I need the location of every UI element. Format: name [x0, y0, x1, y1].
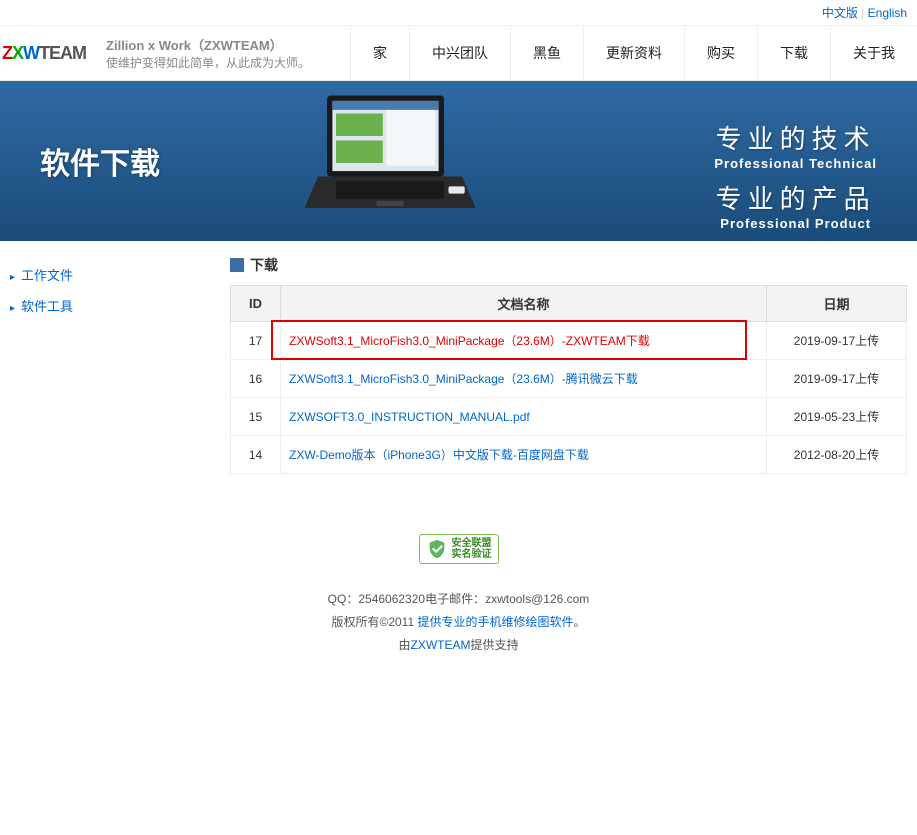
slogan-2-en: Professional Product: [714, 216, 877, 231]
sidebar-item-workfiles[interactable]: 工作文件: [10, 259, 220, 290]
logo[interactable]: ZXWTEAM: [0, 43, 94, 64]
footer: 安全联盟 实名验证 QQ：2546062320电子邮件：zxwtools@126…: [0, 504, 917, 673]
lang-en-link[interactable]: English: [868, 6, 907, 20]
table-row: 15 ZXWSOFT3.0_INSTRUCTION_MANUAL.pdf 2019-…: [231, 398, 907, 436]
lang-sep: |: [858, 6, 868, 20]
nav-about[interactable]: 关于我: [830, 26, 917, 80]
section-title-text: 下载: [250, 255, 278, 275]
cell-id: 14: [231, 436, 281, 474]
th-date: 日期: [767, 286, 907, 322]
footer-service-link[interactable]: 提供专业的手机维修绘图软件: [417, 615, 573, 629]
download-link[interactable]: ZXWSOFT3.0_INSTRUCTION_MANUAL.pdf: [289, 410, 530, 424]
content: 下载 ID 文档名称 日期 17 ZXWSoft3.1_MicroFish3.0_…: [220, 241, 917, 504]
cell-id: 15: [231, 398, 281, 436]
cell-date: 2019-09-17上传: [767, 360, 907, 398]
laptop-illustration: [300, 91, 480, 220]
badge-text-2: 实名验证: [452, 549, 492, 560]
cell-date: 2012-08-20上传: [767, 436, 907, 474]
main-nav: 家 中兴团队 黑鱼 更新资料 购买 下载 关于我: [350, 26, 917, 80]
footer-contact: QQ：2546062320电子邮件：zxwtools@126.com: [0, 590, 917, 607]
nav-team[interactable]: 中兴团队: [409, 26, 510, 80]
cell-date: 2019-09-17上传: [767, 322, 907, 360]
footer-copyright: 版权所有©2011 提供专业的手机维修绘图软件。: [0, 613, 917, 630]
cell-name: ZXWSOFT3.0_INSTRUCTION_MANUAL.pdf: [281, 398, 767, 436]
section-square-icon: [230, 258, 244, 272]
lang-cn-link[interactable]: 中文版: [822, 6, 858, 20]
cell-id: 17: [231, 322, 281, 360]
download-table: ID 文档名称 日期 17 ZXWSoft3.1_MicroFish3.0_Min…: [230, 285, 907, 474]
cell-name: ZXWSoft3.1_MicroFish3.0_MiniPackage（23.6…: [281, 360, 767, 398]
hero-banner: 软件下载 专业的技术 Professional Technical 专业的产品 …: [0, 81, 917, 241]
download-link[interactable]: ZXWSoft3.1_MicroFish3.0_MiniPackage（23.6…: [289, 334, 650, 348]
cell-date: 2019-05-23上传: [767, 398, 907, 436]
th-id: ID: [231, 286, 281, 322]
nav-home[interactable]: 家: [350, 26, 409, 80]
nav-buy[interactable]: 购买: [684, 26, 757, 80]
shield-icon: [426, 538, 448, 560]
nav-updates[interactable]: 更新资料: [583, 26, 684, 80]
security-badge[interactable]: 安全联盟 实名验证: [419, 534, 499, 564]
brand-title-line1: Zillion x Work（ZXWTEAM）: [106, 35, 310, 54]
slogan-1-cn: 专业的技术: [714, 119, 877, 156]
cell-name: ZXWSoft3.1_MicroFish3.0_MiniPackage（23.6…: [281, 322, 767, 360]
slogan-1-en: Professional Technical: [714, 156, 877, 171]
nav-blackfish[interactable]: 黑鱼: [510, 26, 583, 80]
footer-byline: 由ZXWTEAM提供支持: [0, 636, 917, 653]
brand-title-line2: 使维护变得如此简单，从此成为大师。: [106, 54, 310, 71]
download-link[interactable]: ZXWSoft3.1_MicroFish3.0_MiniPackage（23.6…: [289, 372, 638, 386]
cell-id: 16: [231, 360, 281, 398]
th-name: 文档名称: [281, 286, 767, 322]
banner-title: 软件下载: [40, 139, 160, 183]
footer-team-link[interactable]: ZXWTEAM: [411, 638, 471, 652]
brand-title: Zillion x Work（ZXWTEAM） 使维护变得如此简单，从此成为大师…: [94, 35, 322, 71]
table-row: 17 ZXWSoft3.1_MicroFish3.0_MiniPackage（23…: [231, 322, 907, 360]
sidebar-item-tools[interactable]: 软件工具: [10, 290, 220, 321]
download-link[interactable]: ZXW-Demo版本（iPhone3G）中文版下载-百度网盘下载: [289, 448, 589, 462]
sidebar: 工作文件 软件工具: [0, 241, 220, 504]
banner-slogan: 专业的技术 Professional Technical 专业的产品 Profe…: [714, 111, 877, 239]
main-area: 工作文件 软件工具 下载 ID 文档名称 日期 17 ZXWSoft3.1_Mic…: [0, 241, 917, 504]
badge-text-1: 安全联盟: [452, 538, 492, 549]
header: ZXWTEAM Zillion x Work（ZXWTEAM） 使维护变得如此简…: [0, 26, 917, 81]
slogan-2-cn: 专业的产品: [714, 179, 877, 216]
cell-name: ZXW-Demo版本（iPhone3G）中文版下载-百度网盘下载: [281, 436, 767, 474]
section-title: 下载: [230, 255, 907, 275]
nav-download[interactable]: 下载: [757, 26, 830, 80]
language-bar: 中文版 | English: [0, 0, 917, 26]
table-row: 14 ZXW-Demo版本（iPhone3G）中文版下载-百度网盘下载 2012-0…: [231, 436, 907, 474]
table-row: 16 ZXWSoft3.1_MicroFish3.0_MiniPackage（23…: [231, 360, 907, 398]
